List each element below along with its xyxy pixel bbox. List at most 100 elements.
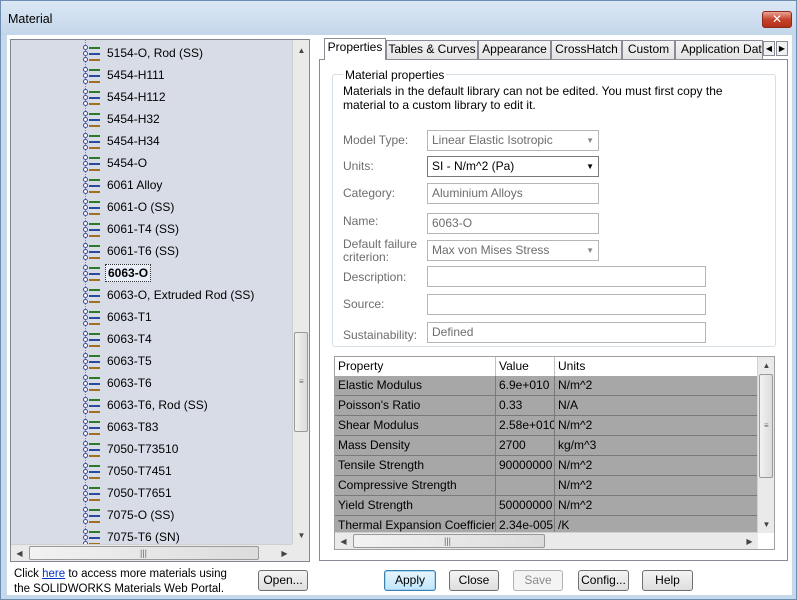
tree-item[interactable]: 5454-H112	[83, 87, 168, 107]
apply-button[interactable]: Apply	[384, 570, 436, 591]
header-units[interactable]: Units	[555, 357, 758, 377]
material-tree[interactable]: 5154-O, Rod (SS) 5454-H111 5454-H112 5454-H…	[10, 39, 310, 562]
portal-text-before: Click	[14, 568, 43, 580]
tree-item[interactable]: 6061-T6 (SS)	[83, 241, 181, 261]
cell-value[interactable]: 2700	[496, 436, 555, 456]
tree-item[interactable]: 6063-T5	[83, 351, 154, 371]
tree-item[interactable]: 5154-O, Rod (SS)	[83, 43, 205, 63]
tab-scroll-right-icon[interactable]: ▶	[776, 41, 788, 56]
tree-item[interactable]: 6063-T1	[83, 307, 154, 327]
tree-item[interactable]: 6063-T6	[83, 373, 154, 393]
tree-item[interactable]: 6061 Alloy	[83, 175, 164, 195]
tree-hscroll-thumb[interactable]: |||	[29, 546, 259, 560]
cell-units[interactable]: N/m^2	[555, 416, 758, 436]
tab-tables-curves[interactable]: Tables & Curves	[386, 40, 478, 59]
tab-properties[interactable]: Properties	[324, 38, 386, 60]
cell-property[interactable]: Poisson's Ratio	[335, 396, 496, 416]
close-button[interactable]: Close	[449, 570, 499, 591]
tab-crosshatch[interactable]: CrossHatch	[551, 40, 622, 59]
failure-criterion-combo: Max von Mises Stress	[427, 240, 599, 261]
cell-units[interactable]: N/m^2	[555, 476, 758, 496]
cell-property[interactable]: Yield Strength	[335, 496, 496, 516]
units-combo[interactable]: SI - N/m^2 (Pa)	[427, 156, 599, 177]
cell-units[interactable]: kg/m^3	[555, 436, 758, 456]
table-vertical-scrollbar[interactable]: ▲ ≡ ▼	[757, 357, 774, 533]
tree-item-label: 5454-H111	[107, 68, 165, 82]
cell-units[interactable]: N/m^2	[555, 456, 758, 476]
scroll-right-icon[interactable]: ▶	[741, 533, 758, 549]
tab-custom[interactable]: Custom	[622, 40, 675, 59]
tree-item[interactable]: 5454-O	[83, 153, 149, 173]
table-hscroll-thumb[interactable]: |||	[353, 534, 545, 548]
scroll-down-icon[interactable]: ▼	[293, 527, 309, 544]
cell-property[interactable]: Shear Modulus	[335, 416, 496, 436]
tree-item-label: 5454-H112	[107, 90, 166, 104]
tree-item[interactable]: 6061-T4 (SS)	[83, 219, 181, 239]
tab-appearance[interactable]: Appearance	[478, 40, 551, 59]
tree-vertical-scrollbar[interactable]: ▲ ≡ ▼	[292, 40, 309, 546]
properties-table[interactable]: Property Value Units Elastic Modulus 6.9e…	[334, 356, 775, 550]
sustainability-field[interactable]: Defined	[427, 322, 706, 343]
cell-property[interactable]: Mass Density	[335, 436, 496, 456]
material-icon	[83, 506, 101, 524]
tree-item[interactable]: 6063-O	[83, 263, 152, 283]
cell-property[interactable]: Elastic Modulus	[335, 376, 496, 396]
cell-value[interactable]: 90000000	[496, 456, 555, 476]
tab-application-data[interactable]: Application Data	[675, 40, 763, 59]
cell-value[interactable]: 0.33	[496, 396, 555, 416]
table-vscroll-thumb[interactable]: ≡	[759, 374, 773, 478]
cell-value[interactable]: 50000000	[496, 496, 555, 516]
scroll-up-icon[interactable]: ▲	[758, 357, 774, 374]
material-icon	[83, 330, 101, 348]
tree-item[interactable]: 7050-T7651	[83, 483, 174, 503]
tree-item[interactable]: 7050-T7451	[83, 461, 174, 481]
open-button[interactable]: Open...	[258, 570, 308, 591]
cell-units[interactable]: N/A	[555, 396, 758, 416]
header-value[interactable]: Value	[496, 357, 555, 377]
scroll-left-icon[interactable]: ◀	[335, 533, 352, 549]
save-button[interactable]: Save	[513, 570, 563, 591]
tree-item[interactable]: 5454-H111	[83, 65, 167, 85]
tab-scroll-left-icon[interactable]: ◀	[763, 41, 775, 56]
material-icon	[83, 484, 101, 502]
window-title: Material	[8, 12, 53, 26]
material-icon	[83, 396, 101, 414]
tree-item-label: 6063-T83	[107, 420, 159, 434]
cell-property[interactable]: Compressive Strength	[335, 476, 496, 496]
tree-item[interactable]: 6063-T6, Rod (SS)	[83, 395, 210, 415]
tree-item[interactable]: 6061-O (SS)	[83, 197, 176, 217]
tree-item[interactable]: 6063-T4	[83, 329, 154, 349]
cell-units[interactable]: N/m^2	[555, 496, 758, 516]
scroll-left-icon[interactable]: ◀	[11, 545, 28, 561]
tree-item[interactable]: 5454-H32	[83, 109, 162, 129]
cell-units[interactable]: N/m^2	[555, 376, 758, 396]
material-icon	[83, 88, 101, 106]
portal-text-line2: the SOLIDWORKS Materials Web Portal.	[14, 583, 225, 595]
header-property[interactable]: Property	[335, 357, 496, 377]
tree-item-label: 6061 Alloy	[107, 178, 163, 192]
tree-horizontal-scrollbar[interactable]: ◀ ||| ▶	[11, 544, 293, 561]
tree-item[interactable]: 7050-T73510	[83, 439, 180, 459]
tree-item[interactable]: 6063-O, Extruded Rod (SS)	[83, 285, 256, 305]
tree-vscroll-thumb[interactable]: ≡	[294, 332, 308, 432]
cell-property[interactable]: Tensile Strength	[335, 456, 496, 476]
config-button[interactable]: Config...	[578, 570, 629, 591]
scroll-right-icon[interactable]: ▶	[276, 545, 293, 561]
cell-value[interactable]: 2.58e+010	[496, 416, 555, 436]
name-label: Name:	[343, 214, 379, 228]
tree-item-label: 6063-T1	[107, 310, 152, 324]
cell-value[interactable]	[496, 476, 555, 496]
table-horizontal-scrollbar[interactable]: ◀ ||| ▶	[335, 532, 758, 549]
tree-item[interactable]: 6063-T83	[83, 417, 160, 437]
tree-item-label: 6063-O, Extruded Rod (SS)	[107, 288, 255, 302]
scroll-up-icon[interactable]: ▲	[293, 42, 309, 59]
tree-item-label: 5154-O, Rod (SS)	[107, 46, 204, 60]
help-button[interactable]: Help	[642, 570, 693, 591]
cell-value[interactable]: 6.9e+010	[496, 376, 555, 396]
close-window-button[interactable]: ✕	[762, 11, 792, 28]
web-portal-link[interactable]: here	[42, 568, 65, 580]
tree-item-label: 6061-T4 (SS)	[107, 222, 180, 236]
tree-item[interactable]: 7075-O (SS)	[83, 505, 176, 525]
scroll-down-icon[interactable]: ▼	[758, 516, 774, 533]
tree-item[interactable]: 5454-H34	[83, 131, 162, 151]
